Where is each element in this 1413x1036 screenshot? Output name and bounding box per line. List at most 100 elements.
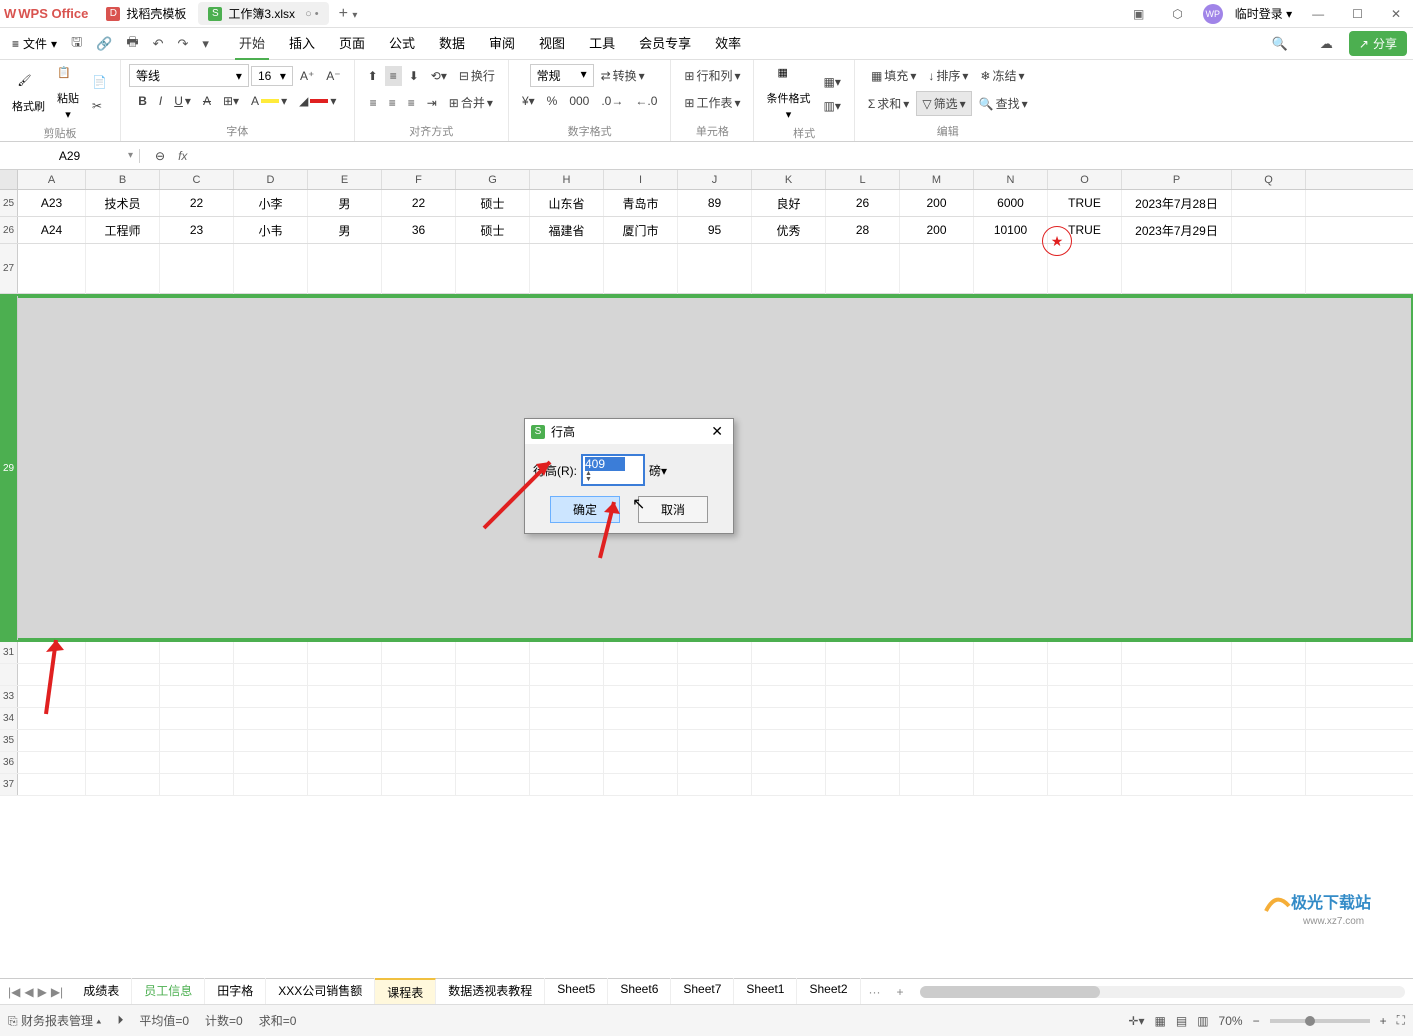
- cell[interactable]: [900, 686, 974, 708]
- column-header[interactable]: B: [86, 170, 160, 189]
- wrap-text-button[interactable]: ⊟换行: [454, 64, 500, 87]
- cell[interactable]: [1048, 642, 1122, 664]
- row-header[interactable]: 36: [0, 752, 18, 773]
- cell[interactable]: [1232, 730, 1306, 752]
- formula-input[interactable]: [195, 148, 1403, 163]
- cloud-icon[interactable]: ☁: [1314, 32, 1339, 56]
- cell[interactable]: 小李: [234, 190, 308, 216]
- cell[interactable]: [1232, 664, 1306, 686]
- cell[interactable]: [974, 642, 1048, 664]
- zoom-in-button[interactable]: +: [1380, 1014, 1387, 1028]
- column-header[interactable]: M: [900, 170, 974, 189]
- sheet-tab[interactable]: XXX公司销售额: [266, 978, 375, 1005]
- align-left-icon[interactable]: ≡: [365, 93, 382, 113]
- cell[interactable]: 36: [382, 217, 456, 243]
- cell[interactable]: [160, 708, 234, 730]
- add-tab-button[interactable]: + ▾: [331, 3, 366, 25]
- cell[interactable]: [308, 752, 382, 774]
- sheet-tab[interactable]: 田字格: [205, 978, 266, 1005]
- doc-tab-workbook[interactable]: S 工作簿3.xlsx ○ •: [198, 2, 328, 25]
- comma-icon[interactable]: 000: [564, 91, 594, 111]
- copy-icon[interactable]: 📄: [87, 72, 112, 92]
- cell[interactable]: [1122, 774, 1232, 796]
- view-normal-icon[interactable]: ▦: [1155, 1014, 1166, 1028]
- column-header[interactable]: N: [974, 170, 1048, 189]
- cell[interactable]: [456, 730, 530, 752]
- cell[interactable]: [1048, 686, 1122, 708]
- cell[interactable]: [826, 664, 900, 686]
- panel-icon[interactable]: ▣: [1125, 5, 1152, 23]
- align-right-icon[interactable]: ≡: [403, 93, 420, 113]
- cell[interactable]: [86, 708, 160, 730]
- cut-icon[interactable]: ✂: [87, 96, 112, 116]
- cell[interactable]: [86, 664, 160, 686]
- cell[interactable]: [308, 730, 382, 752]
- cell[interactable]: 硕士: [456, 190, 530, 216]
- cell[interactable]: [456, 708, 530, 730]
- cell[interactable]: [382, 774, 456, 796]
- cell[interactable]: [900, 774, 974, 796]
- prev-sheet-button[interactable]: ◀: [24, 985, 33, 999]
- cell[interactable]: [234, 774, 308, 796]
- border-button[interactable]: ⊞▾: [218, 91, 244, 111]
- font-size-select[interactable]: 16▾: [251, 66, 293, 86]
- font-color-button[interactable]: A▾: [246, 91, 292, 111]
- column-header[interactable]: K: [752, 170, 826, 189]
- cancel-formula-icon[interactable]: ⊖: [150, 146, 170, 166]
- cell[interactable]: [826, 642, 900, 664]
- record-icon[interactable]: ⏵: [117, 1013, 123, 1028]
- cell[interactable]: [1048, 752, 1122, 774]
- search-icon[interactable]: 🔍: [1266, 32, 1294, 56]
- cell[interactable]: [1122, 664, 1232, 686]
- cell[interactable]: [308, 642, 382, 664]
- login-button[interactable]: 临时登录 ▾: [1235, 5, 1292, 22]
- cell[interactable]: [974, 664, 1048, 686]
- ok-button[interactable]: 确定: [550, 496, 620, 523]
- cell[interactable]: [752, 664, 826, 686]
- cell[interactable]: [382, 708, 456, 730]
- cell[interactable]: [234, 244, 308, 294]
- underline-button[interactable]: U▾: [169, 91, 196, 111]
- cell[interactable]: [752, 730, 826, 752]
- cell[interactable]: 技术员: [86, 190, 160, 216]
- cell[interactable]: [18, 244, 86, 294]
- cell[interactable]: 山东省: [530, 190, 604, 216]
- column-header[interactable]: C: [160, 170, 234, 189]
- cell[interactable]: [160, 664, 234, 686]
- cell[interactable]: 200: [900, 217, 974, 243]
- cell[interactable]: [1232, 244, 1306, 294]
- merge-button[interactable]: ⊞合并▾: [444, 91, 498, 114]
- cell[interactable]: 10100: [974, 217, 1048, 243]
- column-header[interactable]: F: [382, 170, 456, 189]
- cell[interactable]: [678, 244, 752, 294]
- cell[interactable]: [308, 708, 382, 730]
- column-header[interactable]: J: [678, 170, 752, 189]
- align-center-icon[interactable]: ≡: [384, 93, 401, 113]
- print-icon[interactable]: 🖶: [120, 29, 144, 59]
- column-header[interactable]: P: [1122, 170, 1232, 189]
- row-header[interactable]: 27: [0, 244, 18, 293]
- cube-icon[interactable]: ⬡: [1164, 5, 1190, 23]
- cell[interactable]: [826, 730, 900, 752]
- worksheet-button[interactable]: ⊞ 工作表▾: [679, 91, 745, 114]
- dialog-close-button[interactable]: ✕: [707, 423, 727, 440]
- cell[interactable]: [1232, 686, 1306, 708]
- view-custom-icon[interactable]: ▥: [1197, 1014, 1208, 1028]
- column-header[interactable]: G: [456, 170, 530, 189]
- save-icon[interactable]: 🖫: [65, 29, 88, 59]
- row-header[interactable]: 33: [0, 686, 18, 707]
- cell[interactable]: 89: [678, 190, 752, 216]
- sheet-tab[interactable]: 员工信息: [132, 978, 205, 1005]
- cell[interactable]: A24: [18, 217, 86, 243]
- cell[interactable]: [18, 708, 86, 730]
- cell[interactable]: [308, 686, 382, 708]
- tab-start[interactable]: 开始: [235, 27, 269, 60]
- cell[interactable]: 工程师: [86, 217, 160, 243]
- cell[interactable]: [382, 642, 456, 664]
- cell[interactable]: [826, 244, 900, 294]
- number-format-select[interactable]: 常规▾: [530, 64, 594, 87]
- cell[interactable]: 2023年7月29日: [1122, 217, 1232, 243]
- cell[interactable]: [86, 642, 160, 664]
- cell[interactable]: [382, 752, 456, 774]
- cell[interactable]: [752, 774, 826, 796]
